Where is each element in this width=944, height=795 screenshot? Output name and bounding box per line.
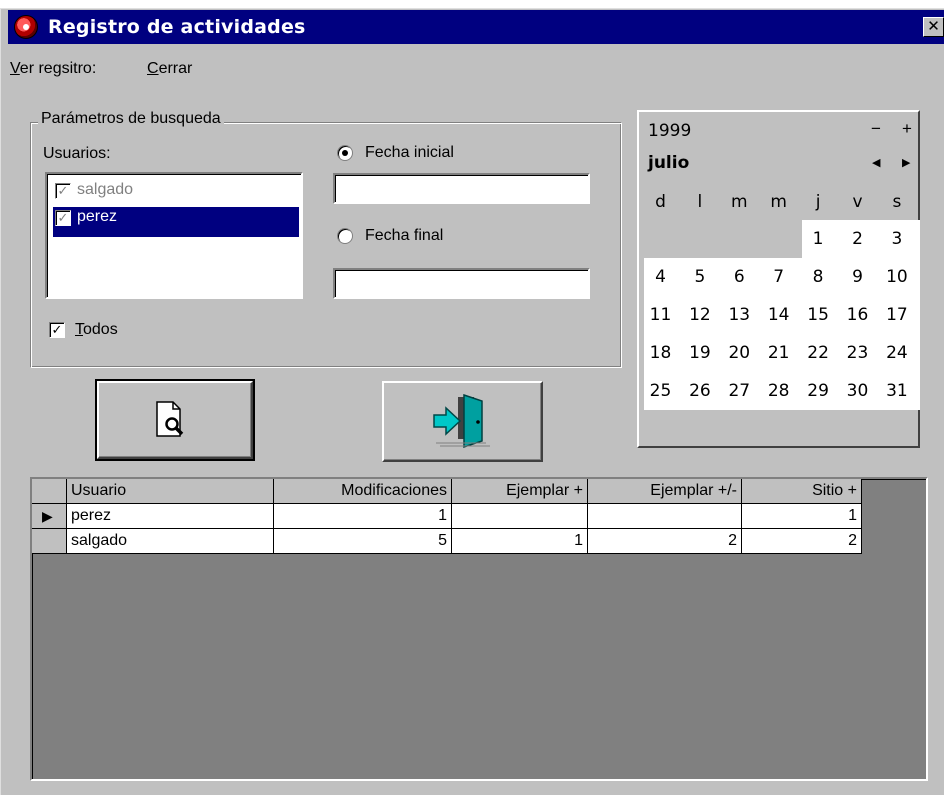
search-button[interactable] (95, 379, 255, 461)
calendar-day[interactable]: 22 (802, 334, 835, 372)
calendar-day[interactable]: 26 (683, 372, 716, 410)
calendar-day[interactable]: 25 (644, 372, 677, 410)
calendar-day[interactable]: 2 (841, 220, 874, 258)
end-date-label: Fecha final (365, 227, 444, 244)
calendar-day[interactable]: 6 (723, 258, 756, 296)
document-magnifier-icon (156, 401, 184, 437)
search-params-legend: Parámetros de busqueda (38, 110, 224, 128)
month-prev-button[interactable]: ◀ (872, 156, 880, 169)
table-cell[interactable]: perez (67, 504, 274, 529)
calendar-weekday-header: dlmmjvs (644, 186, 920, 220)
table-cell[interactable]: 1 (274, 504, 452, 529)
menu-cerrar[interactable]: Cerrar (147, 60, 192, 78)
calendar-day[interactable]: 14 (762, 296, 795, 334)
table-cell[interactable]: 2 (742, 529, 862, 554)
start-date-radio[interactable] (337, 145, 353, 161)
table-cell[interactable] (452, 504, 588, 529)
year-prev-button[interactable]: − (871, 119, 881, 139)
calendar-day[interactable]: 18 (644, 334, 677, 372)
results-grid[interactable]: Usuario Modificaciones Ejemplar + Ejemplar … (30, 477, 928, 781)
start-date-field[interactable] (333, 173, 590, 204)
calendar-day[interactable]: 17 (880, 296, 913, 334)
year-next-button[interactable]: + (902, 119, 912, 139)
calendar-day[interactable]: 19 (683, 334, 716, 372)
table-cell[interactable] (588, 504, 742, 529)
start-date-label: Fecha inicial (365, 144, 454, 161)
calendar-day[interactable]: 5 (683, 258, 716, 296)
calendar-day[interactable]: 15 (802, 296, 835, 334)
end-date-radio[interactable] (337, 228, 353, 244)
checkbox-user-1[interactable]: ✓ (55, 210, 71, 226)
calendar-day[interactable]: 21 (762, 334, 795, 372)
calendar-day[interactable]: 10 (880, 258, 913, 296)
user-0-label: salgado (77, 181, 134, 198)
calendar-day[interactable]: 13 (723, 296, 756, 334)
title-bar[interactable]: Registro de actividades ✕ (8, 10, 944, 44)
row-indicator: ▶ (32, 504, 67, 529)
row-indicator (32, 529, 67, 554)
menu-ver-registro[interactable]: Ver regsitro: (10, 60, 96, 78)
column-header: Modificaciones (274, 479, 452, 504)
calendar-year: 1999 (648, 121, 692, 141)
calendar-day[interactable]: 20 (723, 334, 756, 372)
grid-corner-header (32, 479, 67, 504)
window-title: Registro de actividades (48, 16, 306, 38)
column-header: Ejemplar +/- (588, 479, 742, 504)
weekday-header: d (655, 192, 666, 212)
list-item-user-0[interactable]: ✓ salgado (53, 180, 299, 202)
table-cell[interactable]: 1 (452, 529, 588, 554)
todos-checkbox[interactable]: ✓ (49, 322, 65, 338)
calendar-day[interactable]: 9 (841, 258, 874, 296)
calendar-day[interactable]: 30 (841, 372, 874, 410)
calendar-day[interactable]: 1 (802, 220, 835, 258)
exit-door-icon (433, 393, 490, 449)
exit-button[interactable] (382, 381, 543, 462)
users-listbox[interactable]: ✓ salgado ✓ perez (45, 172, 303, 299)
calendar-day[interactable]: 24 (880, 334, 913, 372)
calendar-day[interactable]: 12 (683, 296, 716, 334)
table-cell[interactable]: 2 (588, 529, 742, 554)
column-header: Usuario (67, 479, 274, 504)
weekday-header: j (815, 192, 821, 212)
weekday-header: m (770, 192, 787, 212)
users-label: Usuarios: (43, 145, 111, 162)
end-date-field[interactable] (333, 268, 590, 299)
calendar-day[interactable]: 8 (802, 258, 835, 296)
weekday-header: m (731, 192, 748, 212)
table-cell[interactable]: 1 (742, 504, 862, 529)
table-cell[interactable]: salgado (67, 529, 274, 554)
table-cell[interactable]: 5 (274, 529, 452, 554)
calendar-day[interactable]: 3 (880, 220, 913, 258)
list-item-user-1[interactable]: ✓ perez (53, 207, 299, 237)
calendar-day[interactable]: 23 (841, 334, 874, 372)
calendar-day[interactable]: 7 (762, 258, 795, 296)
calendar-day[interactable]: 31 (880, 372, 913, 410)
column-header: Sitio + (742, 479, 862, 504)
weekday-header: l (697, 192, 703, 212)
user-1-label: perez (77, 208, 118, 225)
calendar-day[interactable]: 27 (723, 372, 756, 410)
close-icon: ✕ (927, 18, 940, 35)
calendar-day[interactable]: 29 (802, 372, 835, 410)
calendar-day[interactable]: 28 (762, 372, 795, 410)
todos-label: Todos (75, 321, 118, 338)
weekday-header: s (892, 192, 902, 212)
calendar-days: 1 2 3 4 5 6 7 8 9 10 11 12 13 14 15 16 17 18 19 20 21 22 23 24 2… (644, 220, 920, 410)
calendar-day[interactable]: 4 (644, 258, 677, 296)
calendar-month: julio (648, 153, 690, 173)
calendar-day[interactable]: 16 (841, 296, 874, 334)
calendar-day[interactable]: 11 (644, 296, 677, 334)
close-button[interactable]: ✕ (923, 17, 944, 37)
month-next-button[interactable]: ▶ (902, 156, 910, 169)
app-ladybug-icon (14, 15, 38, 39)
checkbox-user-0[interactable]: ✓ (55, 183, 71, 199)
weekday-header: v (852, 192, 863, 212)
column-header: Ejemplar + (452, 479, 588, 504)
